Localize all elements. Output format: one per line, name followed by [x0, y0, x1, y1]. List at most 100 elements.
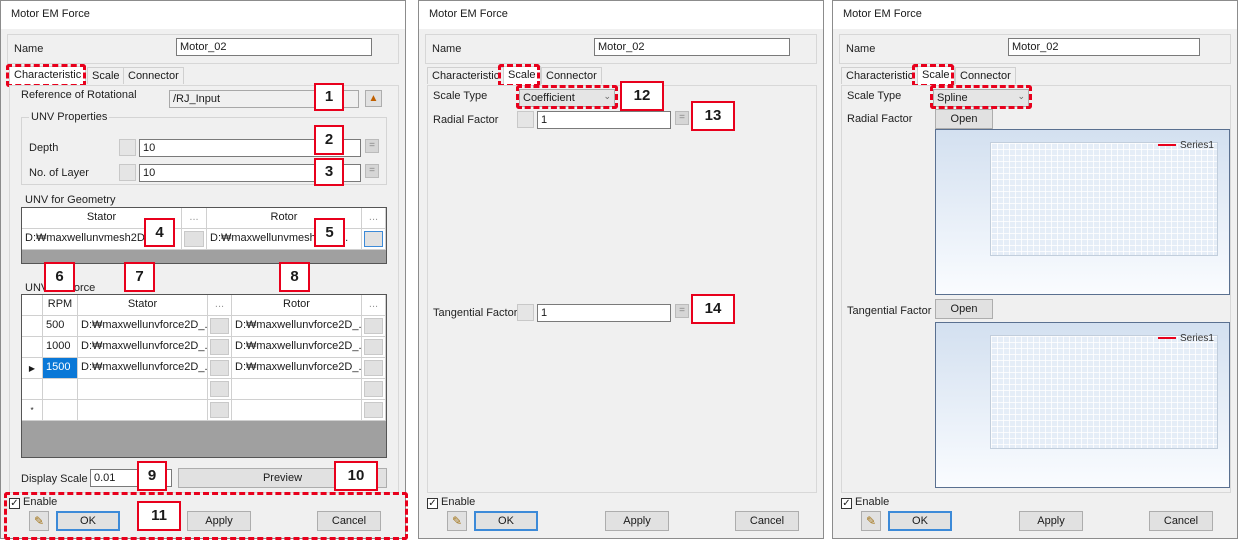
force-stator-cell[interactable]: D:₩maxwellunvforce2D_...	[78, 358, 208, 379]
tangential-factor-chart: Series1	[935, 322, 1230, 488]
callout-3: 3	[314, 158, 344, 186]
force-rotor-cell[interactable]: D:₩maxwellunvforce2D_...	[232, 358, 362, 379]
radial-toggle[interactable]	[517, 111, 534, 128]
force-rotor-cell[interactable]	[232, 379, 362, 400]
callout-10: 10	[334, 461, 378, 491]
grid-header-browse: ...	[362, 295, 386, 316]
depth-label: Depth	[29, 142, 59, 154]
cancel-button[interactable]: Cancel	[1149, 511, 1213, 531]
grid-header-browse: ...	[362, 208, 386, 229]
radial-factor-label: Radial Factor	[847, 113, 913, 125]
depth-equals-icon[interactable]: =	[365, 139, 379, 153]
tab-connector[interactable]: Connector	[541, 67, 602, 84]
unv-properties-label: UNV Properties	[29, 111, 110, 123]
tangential-factor-label: Tangential Factor	[847, 305, 932, 317]
radial-equals-icon[interactable]: =	[675, 111, 689, 125]
geometry-stator-browse[interactable]	[182, 229, 207, 250]
apply-button[interactable]: Apply	[187, 511, 251, 531]
legend-label: Series1	[1180, 333, 1214, 344]
force-grid: RPM Stator ... Rotor ... 500 D:₩maxwellun…	[21, 294, 387, 458]
ok-button[interactable]: OK	[888, 511, 952, 531]
enable-checkbox[interactable]: ✓	[841, 498, 852, 509]
force-browse-button[interactable]	[362, 379, 386, 400]
dialog-characteristic: Motor EM Force Name Motor_02 Characteris…	[0, 0, 408, 540]
callout-6: 6	[44, 262, 75, 292]
enable-checkbox[interactable]: ✓	[9, 498, 20, 509]
apply-button[interactable]: Apply	[1019, 511, 1083, 531]
force-rpm-cell[interactable]	[43, 379, 78, 400]
scale-panel	[427, 85, 817, 493]
name-input[interactable]: Motor_02	[1008, 38, 1200, 56]
force-marker-cell: *	[22, 400, 43, 421]
layer-equals-icon[interactable]: =	[365, 164, 379, 178]
tangential-factor-input[interactable]: 1	[537, 304, 671, 322]
scale-type-highlight	[930, 85, 1032, 109]
force-stator-cell[interactable]	[78, 379, 208, 400]
layer-label: No. of Layer	[29, 167, 89, 179]
name-input[interactable]: Motor_02	[176, 38, 372, 56]
wizard-icon[interactable]: ✎	[29, 511, 49, 531]
name-input[interactable]: Motor_02	[594, 38, 790, 56]
wizard-icon[interactable]: ✎	[447, 511, 467, 531]
callout-5: 5	[314, 218, 345, 247]
force-marker-cell	[22, 337, 43, 358]
callout-13: 13	[691, 101, 735, 131]
tangential-equals-icon[interactable]: =	[675, 304, 689, 318]
name-group: Name Motor_02	[7, 34, 399, 64]
force-browse-button[interactable]	[208, 316, 232, 337]
layer-toggle[interactable]	[119, 164, 136, 181]
force-browse-button[interactable]	[208, 358, 232, 379]
name-group: Name Motor_02	[425, 34, 817, 64]
callout-11: 11	[137, 501, 181, 531]
ok-button[interactable]: OK	[56, 511, 120, 531]
force-rpm-cell[interactable]: 1500	[43, 358, 78, 379]
enable-label: Enable	[441, 496, 476, 508]
scale-type-label: Scale Type	[433, 90, 488, 102]
force-browse-button[interactable]	[362, 358, 386, 379]
force-rotor-cell[interactable]: D:₩maxwellunvforce2D_...	[232, 316, 362, 337]
depth-toggle[interactable]	[119, 139, 136, 156]
force-browse-button[interactable]	[208, 337, 232, 358]
tab-connector[interactable]: Connector	[123, 67, 184, 84]
legend-line-icon	[1158, 337, 1176, 340]
tab-highlight	[6, 64, 86, 87]
radial-open-button[interactable]: Open	[935, 109, 993, 129]
reference-picker-icon[interactable]: ▲	[365, 90, 382, 107]
dialog-title: Motor EM Force	[833, 1, 1237, 29]
radial-factor-input[interactable]: 1	[537, 111, 671, 129]
callout-7: 7	[124, 262, 155, 292]
legend-line-icon	[1158, 144, 1176, 147]
cancel-button[interactable]: Cancel	[735, 511, 799, 531]
force-browse-button[interactable]	[208, 400, 232, 421]
apply-button[interactable]: Apply	[605, 511, 669, 531]
tab-connector[interactable]: Connector	[955, 67, 1016, 84]
force-rotor-cell[interactable]: D:₩maxwellunvforce2D_...	[232, 337, 362, 358]
force-stator-cell[interactable]: D:₩maxwellunvforce2D_...	[78, 337, 208, 358]
force-browse-button[interactable]	[362, 337, 386, 358]
tangential-toggle[interactable]	[517, 304, 534, 321]
callout-9: 9	[137, 461, 167, 491]
tangential-open-button[interactable]: Open	[935, 299, 993, 319]
grid-header-rpm: RPM	[43, 295, 78, 316]
force-stator-cell[interactable]	[78, 400, 208, 421]
force-rpm-cell[interactable]: 500	[43, 316, 78, 337]
callout-12: 12	[620, 81, 664, 111]
geometry-rotor-browse[interactable]	[362, 229, 386, 250]
force-rpm-cell[interactable]: 1000	[43, 337, 78, 358]
force-rpm-cell[interactable]	[43, 400, 78, 421]
cancel-button[interactable]: Cancel	[317, 511, 381, 531]
force-rotor-cell[interactable]	[232, 400, 362, 421]
force-marker-cell: ▶	[22, 358, 43, 379]
enable-checkbox[interactable]: ✓	[427, 498, 438, 509]
tab-characteristic[interactable]: Characteristic	[427, 67, 505, 84]
reference-label: Reference of Rotational	[21, 89, 137, 101]
ok-button[interactable]: OK	[474, 511, 538, 531]
wizard-icon[interactable]: ✎	[861, 511, 881, 531]
force-stator-cell[interactable]: D:₩maxwellunvforce2D_...	[78, 316, 208, 337]
force-browse-button[interactable]	[208, 379, 232, 400]
tab-characteristic[interactable]: Characteristic	[841, 67, 919, 84]
force-browse-button[interactable]	[362, 316, 386, 337]
enable-label: Enable	[23, 496, 58, 508]
force-browse-button[interactable]	[362, 400, 386, 421]
tab-scale[interactable]: Scale	[87, 67, 125, 84]
